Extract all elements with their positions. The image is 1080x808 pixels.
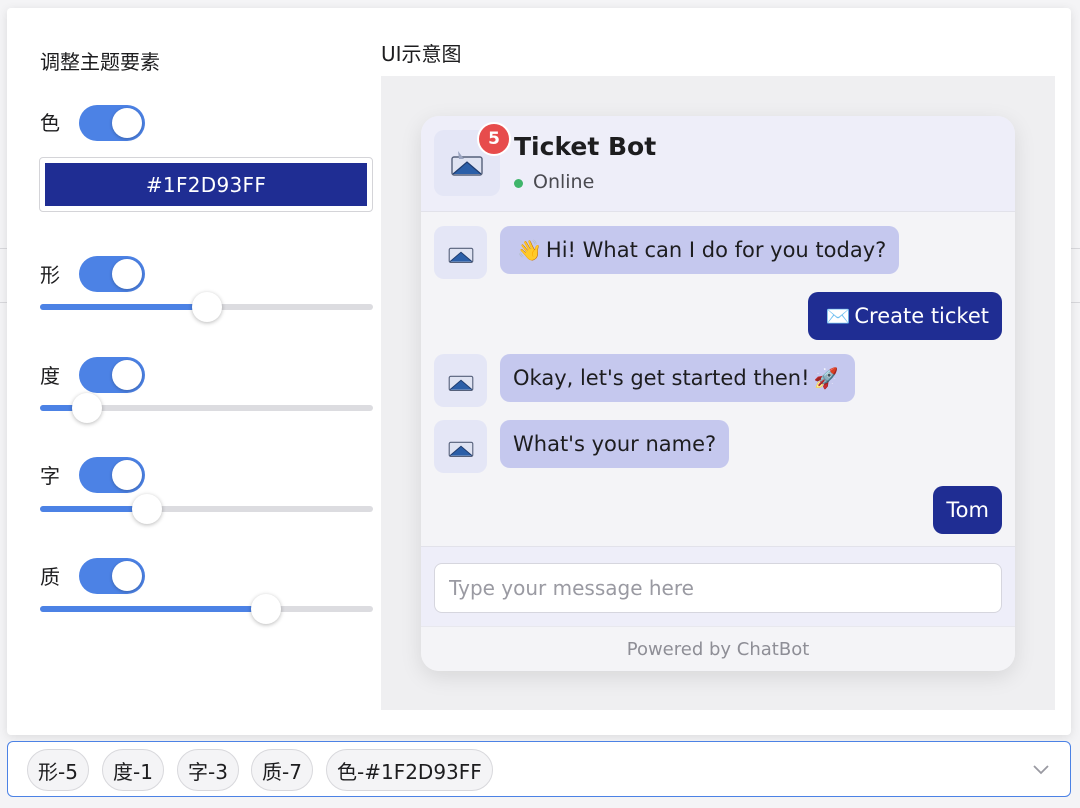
toggle-knob	[112, 259, 142, 289]
degree-slider[interactable]	[40, 393, 373, 423]
chat-message: Tom	[434, 486, 1002, 539]
slider-thumb[interactable]	[72, 393, 102, 423]
shape-slider[interactable]	[40, 292, 373, 322]
color-label: 色	[40, 111, 60, 135]
slider-thumb[interactable]	[132, 494, 162, 524]
rocket-emoji: 🚀	[813, 366, 839, 390]
theme-editor-panel: 调整主题要素 UI示意图 色 #1F2D93FF 形 度 字 质 5 Ticke…	[7, 8, 1071, 735]
chat-message: What's your name?	[434, 420, 1002, 473]
color-toggle[interactable]	[79, 105, 145, 141]
online-status-dot	[514, 179, 523, 188]
slider-fill	[40, 304, 207, 310]
create-ticket-button[interactable]: ✉️ Create ticket	[808, 292, 1002, 340]
ui-preview-area: 5 Ticket Bot Online 👋 Hi! What can I do …	[381, 76, 1055, 710]
tag-font[interactable]: 字-3	[177, 749, 239, 791]
shape-toggle[interactable]	[79, 256, 145, 292]
chat-message: Okay, let's get started then! 🚀	[434, 354, 1002, 407]
chevron-down-icon[interactable]	[1030, 758, 1052, 780]
envelope-emoji: ✉️	[825, 304, 851, 328]
message-text: Hi! What can I do for you today?	[545, 238, 887, 262]
envelope-icon	[448, 441, 473, 457]
chat-input-area	[421, 546, 1015, 626]
toggle-knob	[112, 460, 142, 490]
texture-toggle[interactable]	[79, 558, 145, 594]
bot-name: Ticket Bot	[514, 132, 657, 161]
selected-tags-select[interactable]: 形-5 度-1 字-3 质-7 色-#1F2D93FF	[7, 741, 1071, 797]
color-swatch: #1F2D93FF	[45, 163, 367, 206]
chat-widget: 5 Ticket Bot Online 👋 Hi! What can I do …	[421, 116, 1015, 671]
wave-emoji: 👋	[517, 238, 542, 262]
font-toggle[interactable]	[79, 457, 145, 493]
envelope-icon	[448, 375, 473, 391]
message-text: Tom	[946, 498, 989, 522]
slider-fill	[40, 606, 266, 612]
message-text: Okay, let's get started then!	[513, 366, 810, 390]
degree-toggle[interactable]	[79, 357, 145, 393]
tag-shape[interactable]: 形-5	[27, 749, 89, 791]
slider-thumb[interactable]	[192, 292, 222, 322]
toggle-knob	[112, 561, 142, 591]
tag-degree[interactable]: 度-1	[102, 749, 164, 791]
message-text: What's your name?	[513, 432, 717, 456]
bot-message-bubble: What's your name?	[500, 420, 730, 468]
color-picker[interactable]: #1F2D93FF	[39, 157, 373, 212]
slider-fill	[40, 506, 147, 512]
message-text: Create ticket	[854, 304, 989, 328]
toggle-knob	[112, 360, 142, 390]
bot-message-bubble: 👋 Hi! What can I do for you today?	[500, 226, 900, 274]
bot-message-bubble: Okay, let's get started then! 🚀	[500, 354, 856, 402]
bot-avatar	[434, 420, 487, 473]
texture-slider[interactable]	[40, 594, 373, 624]
user-message-bubble: Tom	[933, 486, 1002, 534]
texture-label: 质	[40, 565, 60, 589]
bot-avatar	[434, 354, 487, 407]
chat-message: 👋 Hi! What can I do for you today?	[434, 226, 1002, 279]
tag-texture[interactable]: 质-7	[251, 749, 313, 791]
font-label: 字	[40, 464, 60, 488]
tag-color[interactable]: 色-#1F2D93FF	[326, 749, 493, 791]
preview-title: UI示意图	[381, 42, 462, 66]
bot-avatar	[434, 226, 487, 279]
shape-label: 形	[40, 263, 60, 287]
slider-thumb[interactable]	[251, 594, 281, 624]
chat-header: 5 Ticket Bot Online	[421, 116, 1015, 212]
toggle-knob	[112, 108, 142, 138]
message-input[interactable]	[434, 563, 1002, 613]
chat-footer: Powered by ChatBot	[421, 626, 1015, 671]
notification-badge: 5	[477, 122, 511, 156]
bot-status: Online	[533, 171, 595, 193]
chat-message: ✉️ Create ticket	[434, 292, 1002, 345]
font-slider[interactable]	[40, 494, 373, 524]
degree-label: 度	[40, 364, 60, 388]
envelope-icon	[451, 151, 483, 176]
envelope-icon	[448, 247, 473, 263]
controls-title: 调整主题要素	[40, 50, 160, 74]
